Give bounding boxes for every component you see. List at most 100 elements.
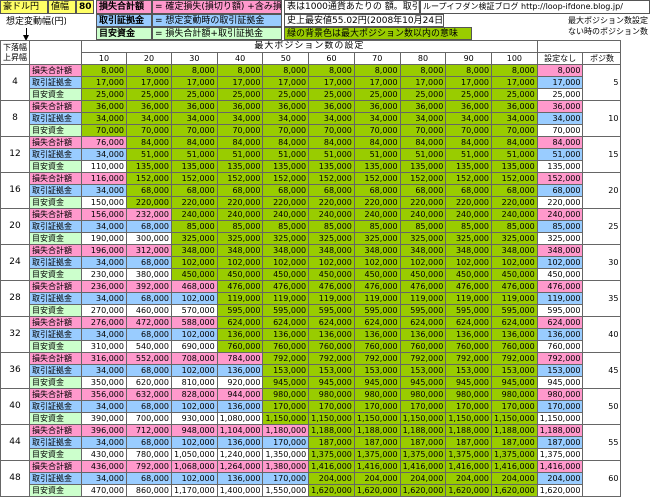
value-cell: 552,000 (126, 352, 172, 365)
value-cell: 348,000 (353, 244, 401, 257)
value-cell: 476,000 (262, 280, 310, 293)
row-label: 目安資金 (29, 124, 82, 137)
position-count-cell: 50 (582, 388, 622, 425)
value-cell: 85,000 (399, 220, 447, 233)
value-cell: 136,000 (216, 400, 264, 413)
row-label: 取引証拠金 (29, 256, 82, 269)
value-cell: 119,000 (262, 292, 310, 305)
value-cell: 1,188,000 (536, 424, 584, 437)
value-cell: 68,000 (445, 184, 493, 197)
row-label: 損失合計額 (29, 280, 82, 293)
value-cell: 70,000 (399, 124, 447, 137)
position-count-cell: 5 (582, 64, 622, 101)
value-cell: 945,000 (353, 376, 401, 389)
value-cell: 588,000 (171, 316, 218, 329)
value-cell: 153,000 (536, 364, 584, 377)
row-label: 目安資金 (29, 448, 82, 461)
table-row: 取引証拠金 34,000 68,000 102,000 136,000 170,000 17… (1, 400, 621, 413)
row-label: 取引証拠金 (29, 76, 82, 89)
value-cell: 348,000 (262, 244, 310, 257)
table-row: 36 損失合計額 316,000 552,000 708,000 784,000 792,0… (0, 352, 622, 389)
row-label: 目安資金 (29, 376, 82, 389)
value-cell: 476,000 (353, 280, 401, 293)
value-cell: 595,000 (491, 304, 538, 317)
value-cell: 230,000 (81, 268, 127, 281)
value-cell: 792,000 (126, 460, 172, 473)
table-row: 目安資金 390,000 700,000 930,000 1,080,000 1,150,… (1, 412, 621, 425)
row-label: 損失合計額 (29, 64, 82, 77)
position-count-cell: 10 (582, 100, 622, 137)
value-cell: 34,000 (81, 256, 127, 269)
value-cell: 476,000 (216, 280, 264, 293)
value-cell: 152,000 (262, 172, 310, 185)
value-cell: 450,000 (262, 268, 310, 281)
value-cell: 348,000 (399, 244, 447, 257)
value-cell: 136,000 (308, 328, 355, 341)
table-row: 取引証拠金 34,000 68,000 102,000 136,000 136,000 13… (1, 328, 621, 341)
value-cell: 8,000 (399, 64, 447, 77)
table-row: 取引証拠金 34,000 68,000 85,000 85,000 85,000 85,00… (1, 220, 621, 233)
value-cell: 220,000 (353, 196, 401, 209)
value-cell: 153,000 (491, 364, 538, 377)
row-label: 損失合計額 (29, 172, 82, 185)
value-cell: 810,000 (171, 376, 218, 389)
position-count-cell: 30 (582, 244, 622, 281)
value-cell: 945,000 (536, 376, 584, 389)
row-label: 損失合計額 (29, 352, 82, 365)
value-cell: 472,000 (126, 316, 172, 329)
value-cell: 152,000 (308, 172, 355, 185)
value-cell: 980,000 (308, 388, 355, 401)
table-row: 取引証拠金 34,000 68,000 102,000 136,000 170,000 18… (1, 436, 621, 449)
drop-width-cell: 24 (0, 244, 30, 281)
position-count-cell: 40 (582, 316, 622, 353)
table-row: 目安資金 350,000 620,000 810,000 920,000 945,000 9… (1, 376, 621, 389)
value-cell: 119,000 (216, 292, 264, 305)
value-cell: 84,000 (536, 136, 584, 149)
value-cell: 1,150,000 (445, 412, 493, 425)
value-cell: 1,240,000 (216, 448, 264, 461)
target-def: = 損失合計額+取引証拠金 (152, 27, 282, 40)
value-cell: 780,000 (126, 448, 172, 461)
value-cell: 350,000 (81, 376, 127, 389)
target-label: 目安資金 (96, 27, 152, 40)
value-cell: 430,000 (81, 448, 127, 461)
value-cell: 220,000 (399, 196, 447, 209)
value-cell: 190,000 (81, 232, 127, 245)
value-cell: 119,000 (399, 292, 447, 305)
value-cell: 595,000 (399, 304, 447, 317)
value-cell: 150,000 (81, 196, 127, 209)
value-cell: 450,000 (491, 268, 538, 281)
position-count-header: ポジ数 (582, 52, 622, 65)
value-cell: 204,000 (308, 472, 355, 485)
value-cell: 17,000 (353, 76, 401, 89)
row-label: 目安資金 (29, 340, 82, 353)
drop-width-cell: 40 (0, 388, 30, 425)
currency-label: 豪ドル円 (0, 0, 48, 14)
row-label: 目安資金 (29, 484, 82, 497)
note-price: 表は1000通貨あたりの 額。取引証拠金3400円 (284, 0, 420, 14)
value-cell: 34,000 (81, 148, 127, 161)
value-cell: 51,000 (126, 148, 172, 161)
drop-width-cell: 4 (0, 64, 30, 101)
value-cell: 1,416,000 (399, 460, 447, 473)
value-cell: 1,620,000 (445, 484, 493, 497)
value-cell: 760,000 (399, 340, 447, 353)
value-cell: 34,000 (81, 184, 127, 197)
value-cell: 476,000 (399, 280, 447, 293)
value-cell: 945,000 (399, 376, 447, 389)
value-cell: 187,000 (308, 436, 355, 449)
row-label: 目安資金 (29, 88, 82, 101)
value-cell: 51,000 (491, 148, 538, 161)
value-cell: 136,000 (399, 328, 447, 341)
drop-width-cell: 48 (0, 460, 30, 497)
value-cell: 152,000 (216, 172, 264, 185)
value-cell: 136,000 (216, 364, 264, 377)
width-label: 値幅 (48, 0, 76, 14)
value-cell: 460,000 (126, 304, 172, 317)
value-cell: 980,000 (491, 388, 538, 401)
value-cell: 25,000 (445, 88, 493, 101)
value-cell: 792,000 (445, 352, 493, 365)
value-cell: 68,000 (308, 184, 355, 197)
value-cell: 1,188,000 (308, 424, 355, 437)
table-row: 目安資金 270,000 460,000 570,000 595,000 595,000 5… (1, 304, 621, 317)
